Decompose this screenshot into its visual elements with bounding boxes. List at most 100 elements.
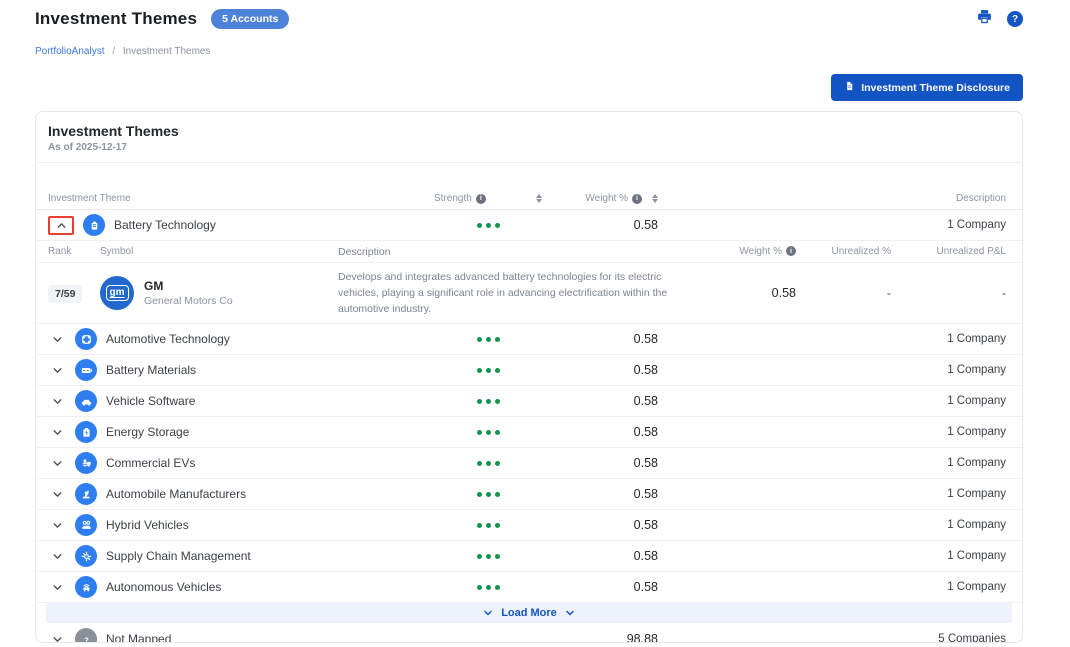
strength-dots — [428, 223, 548, 228]
holding-company-name: General Motors Co — [144, 295, 233, 307]
theme-company-count: 1 Company — [658, 519, 1006, 531]
load-more-button[interactable]: Load More — [46, 603, 1012, 623]
vehicle-software-icon — [75, 390, 97, 412]
page-title: Investment Themes — [35, 9, 197, 29]
column-strength: Strength i — [428, 193, 548, 204]
autonomous-vehicles-icon — [75, 576, 97, 598]
breadcrumb-portfolioanalyst-link[interactable]: PortfolioAnalyst — [35, 46, 104, 57]
column-rank: Rank — [48, 246, 100, 257]
holding-unrealized-pct: - — [796, 286, 891, 300]
theme-company-count: 5 Companies — [658, 633, 1006, 643]
column-symbol: Symbol — [100, 246, 338, 257]
table-row: Automobile Manufacturers 0.58 1 Company — [36, 479, 1022, 510]
strength-info-icon[interactable]: i — [476, 194, 486, 204]
column-weight: Weight % i — [548, 193, 658, 204]
strength-dots — [428, 492, 548, 497]
table-row: Commercial EVs 0.58 1 Company — [36, 448, 1022, 479]
holding-row-gm: 7/59 gm GM General Motors Co Develops an… — [36, 263, 1022, 324]
table-row: Autonomous Vehicles 0.58 1 Company — [36, 572, 1022, 603]
theme-weight: 0.58 — [548, 425, 658, 439]
theme-name: Hybrid Vehicles — [106, 518, 189, 532]
holding-unrealized-pnl: - — [891, 286, 1006, 300]
theme-weight: 0.58 — [548, 363, 658, 377]
theme-weight: 0.58 — [548, 580, 658, 594]
theme-name: Supply Chain Management — [106, 549, 251, 563]
theme-company-count: 1 Company — [658, 426, 1006, 438]
expand-chevron-icon[interactable] — [48, 426, 66, 439]
theme-name: Automotive Technology — [106, 332, 230, 346]
strength-dots — [428, 368, 548, 373]
column-unrealized-pnl: Unrealized P&L — [891, 246, 1006, 257]
gm-logo: gm — [100, 276, 134, 310]
table-row-not-mapped: Not Mapped 98.88 5 Companies — [36, 623, 1022, 643]
theme-name: Commercial EVs — [106, 456, 195, 470]
expand-chevron-icon[interactable] — [48, 550, 66, 563]
theme-company-count: 1 Company — [658, 364, 1006, 376]
column-holding-description: Description — [338, 244, 701, 260]
expand-chevron-icon[interactable] — [48, 457, 66, 470]
investment-themes-page: Investment Themes 5 Accounts ? Portfolio… — [0, 0, 1070, 647]
column-unrealized-pct: Unrealized % — [796, 246, 891, 257]
theme-name: Not Mapped — [106, 632, 171, 643]
theme-company-count: 1 Company — [658, 550, 1006, 562]
holding-description: Develops and integrates advanced battery… — [338, 269, 701, 317]
supply-chain-management-icon — [75, 545, 97, 567]
annotation-highlight — [48, 216, 74, 235]
table-row: Battery Materials 0.58 1 Company — [36, 355, 1022, 386]
hybrid-vehicles-icon — [75, 514, 97, 536]
theme-weight: 0.58 — [548, 332, 658, 346]
table-header: Investment Theme Strength i Weight % i D… — [36, 188, 1022, 210]
table-row: Hybrid Vehicles 0.58 1 Company — [36, 510, 1022, 541]
column-investment-theme: Investment Theme — [48, 193, 428, 204]
holding-weight-info-icon[interactable]: i — [786, 246, 796, 256]
automotive-technology-icon — [75, 328, 97, 350]
commercial-evs-icon — [75, 452, 97, 474]
help-icon[interactable]: ? — [1007, 11, 1023, 27]
strength-dots — [428, 461, 548, 466]
theme-company-count: 1 Company — [658, 219, 1006, 231]
expand-chevron-icon[interactable] — [48, 395, 66, 408]
strength-sort-icon[interactable] — [536, 194, 542, 203]
collapse-chevron-icon[interactable] — [52, 219, 70, 232]
expand-chevron-icon[interactable] — [48, 364, 66, 377]
theme-name: Battery Technology — [114, 218, 216, 232]
holding-symbol[interactable]: GM — [144, 279, 233, 293]
theme-weight: 0.58 — [548, 549, 658, 563]
expand-chevron-icon[interactable] — [48, 333, 66, 346]
theme-weight: 0.58 — [548, 456, 658, 470]
theme-weight: 0.58 — [548, 218, 658, 232]
theme-name: Battery Materials — [106, 363, 196, 377]
theme-name: Energy Storage — [106, 425, 189, 439]
theme-company-count: 1 Company — [658, 581, 1006, 593]
table-row: Vehicle Software 0.58 1 Company — [36, 386, 1022, 417]
theme-weight: 0.58 — [548, 518, 658, 532]
expand-chevron-icon[interactable] — [48, 519, 66, 532]
expand-chevron-icon[interactable] — [48, 581, 66, 594]
column-holding-weight: Weight % i — [701, 246, 796, 257]
battery-materials-icon — [75, 359, 97, 381]
accounts-badge[interactable]: 5 Accounts — [211, 9, 289, 29]
page-header: Investment Themes 5 Accounts ? — [35, 0, 1023, 30]
investment-theme-disclosure-button[interactable]: Investment Theme Disclosure — [831, 74, 1023, 101]
theme-company-count: 1 Company — [658, 457, 1006, 469]
theme-weight: 0.58 — [548, 394, 658, 408]
expand-chevron-icon[interactable] — [48, 633, 66, 644]
theme-name: Autonomous Vehicles — [106, 580, 221, 594]
theme-company-count: 1 Company — [658, 333, 1006, 345]
holdings-header: Rank Symbol Description Weight % i Unrea… — [36, 241, 1022, 263]
breadcrumb-separator: / — [112, 46, 115, 57]
weight-info-icon[interactable]: i — [632, 194, 642, 204]
card-title: Investment Themes — [48, 123, 1008, 139]
table-row: Energy Storage 0.58 1 Company — [36, 417, 1022, 448]
chevron-down-icon — [482, 607, 494, 619]
print-icon[interactable] — [976, 8, 993, 30]
breadcrumb-current: Investment Themes — [123, 46, 211, 57]
document-icon — [844, 80, 855, 95]
automobile-manufacturers-icon — [75, 483, 97, 505]
strength-dots — [428, 523, 548, 528]
expand-chevron-icon[interactable] — [48, 488, 66, 501]
chevron-down-icon — [564, 607, 576, 619]
theme-name: Vehicle Software — [106, 394, 195, 408]
rank-badge: 7/59 — [48, 285, 82, 303]
table-row-battery-technology: Battery Technology 0.58 1 Company — [36, 210, 1022, 241]
